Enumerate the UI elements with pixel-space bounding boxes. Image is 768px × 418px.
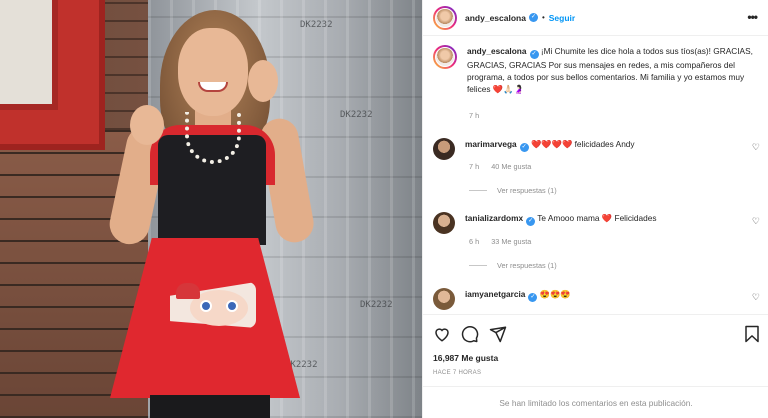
view-replies-button[interactable]: Ver respuestas (1) — [469, 261, 557, 270]
verified-badge-icon: ✓ — [526, 217, 536, 226]
comment-likes[interactable]: 33 Me gusta — [491, 237, 531, 246]
verified-badge-icon: ✓ — [528, 293, 538, 302]
likes-count[interactable]: 16,987 Me gusta — [433, 353, 498, 363]
post-photo[interactable]: DK2232 DK2232 DK2232 DK2232 — [0, 0, 422, 418]
woman-right-hand — [248, 60, 278, 102]
comment-text: Te Amooo mama — [537, 213, 600, 223]
woman-left-hand — [130, 105, 164, 145]
comment-username[interactable]: marimarvega — [465, 139, 517, 149]
panel-marking: DK2232 — [300, 20, 333, 30]
author-username[interactable]: andy_escalona — [465, 13, 526, 23]
verified-badge-icon: ✓ — [529, 50, 539, 59]
comment-meta: 6 h 33 Me gusta — [469, 237, 541, 246]
comment-like-icon[interactable]: ♡ — [752, 292, 760, 303]
follow-button[interactable]: Seguir — [549, 13, 575, 23]
comment-heart-emoji: ❤️ — [601, 213, 613, 223]
post-caption: andy_escalona ✓ ¡Mi Chumite les dice hola… — [433, 45, 763, 95]
comment-username[interactable]: tanializardomx — [465, 213, 523, 223]
action-bar — [423, 314, 768, 350]
verified-badge-icon: ✓ — [528, 13, 538, 22]
comment-text: ❤️❤️❤️❤️ felicidades Andy — [530, 139, 635, 149]
comments-limited-notice: Se han limitado los comentarios en esta … — [423, 386, 768, 418]
comment-like-icon[interactable]: ♡ — [752, 142, 760, 153]
commenter-avatar[interactable] — [433, 212, 455, 234]
view-replies-label[interactable]: Ver respuestas (1) — [497, 261, 557, 270]
author-avatar[interactable] — [433, 5, 457, 30]
panel-marking: DK2232 — [340, 110, 373, 120]
window-glass — [0, 0, 58, 110]
more-options-icon[interactable]: ••• — [747, 10, 758, 24]
baby-print-eye — [200, 300, 212, 312]
comment-item: marimarvega ✓ ❤️❤️❤️❤️ felicidades Andy — [433, 138, 763, 160]
heart-icon[interactable] — [433, 325, 451, 343]
verified-badge-icon: ✓ — [519, 143, 529, 152]
comment-text-end: Felicidades — [614, 213, 657, 223]
post-header: andy_escalona ✓ • Seguir ••• — [423, 0, 768, 36]
comment-timestamp[interactable]: 7 h — [469, 162, 479, 171]
baby-print-hat — [176, 283, 200, 299]
post-sidebar: andy_escalona ✓ • Seguir ••• andy_escalo… — [422, 0, 768, 418]
panel-marking: DK2232 — [360, 300, 393, 310]
caption-timestamp[interactable]: 7 h — [469, 111, 479, 120]
separator-dot: • — [541, 13, 545, 22]
share-icon[interactable] — [489, 325, 507, 343]
commenter-avatar[interactable] — [433, 138, 455, 160]
post-time-ago[interactable]: HACE 7 HORAS — [433, 370, 481, 376]
woman-legs — [150, 395, 270, 418]
comment-text: 😍😍😍 — [539, 289, 571, 299]
comment-likes[interactable]: 40 Me gusta — [491, 162, 531, 171]
commenter-avatar[interactable] — [433, 288, 455, 310]
caption-avatar[interactable] — [433, 45, 457, 69]
replies-divider — [469, 265, 487, 266]
bookmark-icon[interactable] — [743, 325, 761, 343]
replies-divider — [469, 190, 487, 191]
comment-item: iamyanetgarcia ✓ 😍😍😍 — [433, 288, 763, 310]
view-replies-label[interactable]: Ver respuestas (1) — [497, 186, 557, 195]
caption-username[interactable]: andy_escalona — [467, 46, 527, 56]
caption-emojis: ❤️🙏🏻🤰🏻 — [492, 84, 524, 94]
comment-item: tanializardomx ✓ Te Amooo mama ❤️ Felicid… — [433, 212, 763, 234]
comment-like-icon[interactable]: ♡ — [752, 216, 760, 227]
comment-meta: 7 h 40 Me gusta — [469, 162, 541, 171]
woman-face — [178, 28, 248, 116]
comment-icon[interactable] — [461, 325, 479, 343]
comment-username[interactable]: iamyanetgarcia — [465, 289, 525, 299]
comment-timestamp[interactable]: 6 h — [469, 237, 479, 246]
view-replies-button[interactable]: Ver respuestas (1) — [469, 186, 557, 195]
baby-print-eye — [226, 300, 238, 312]
